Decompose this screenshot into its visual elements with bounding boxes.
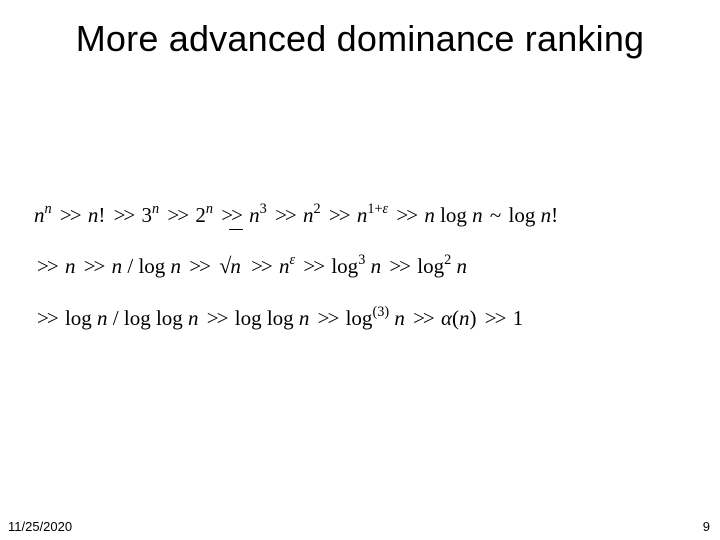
sqrt-icon: √n (217, 240, 243, 293)
formula-line-2: >> n >> n / log n >> √n >> nε >> log3 n … (34, 240, 686, 293)
slide-title: More advanced dominance ranking (0, 18, 720, 60)
footer-page-number: 9 (703, 519, 710, 534)
footer-date: 11/25/2020 (8, 519, 72, 534)
formula-line-3: >> log n / log log n >> log log n >> log… (34, 293, 686, 343)
slide: More advanced dominance ranking nn >> n!… (0, 0, 720, 540)
formula-block: nn >> n! >> 3n >> 2n >> n3 >> n2 >> n1+ε… (34, 190, 686, 344)
formula-line-1: nn >> n! >> 3n >> 2n >> n3 >> n2 >> n1+ε… (34, 190, 686, 240)
